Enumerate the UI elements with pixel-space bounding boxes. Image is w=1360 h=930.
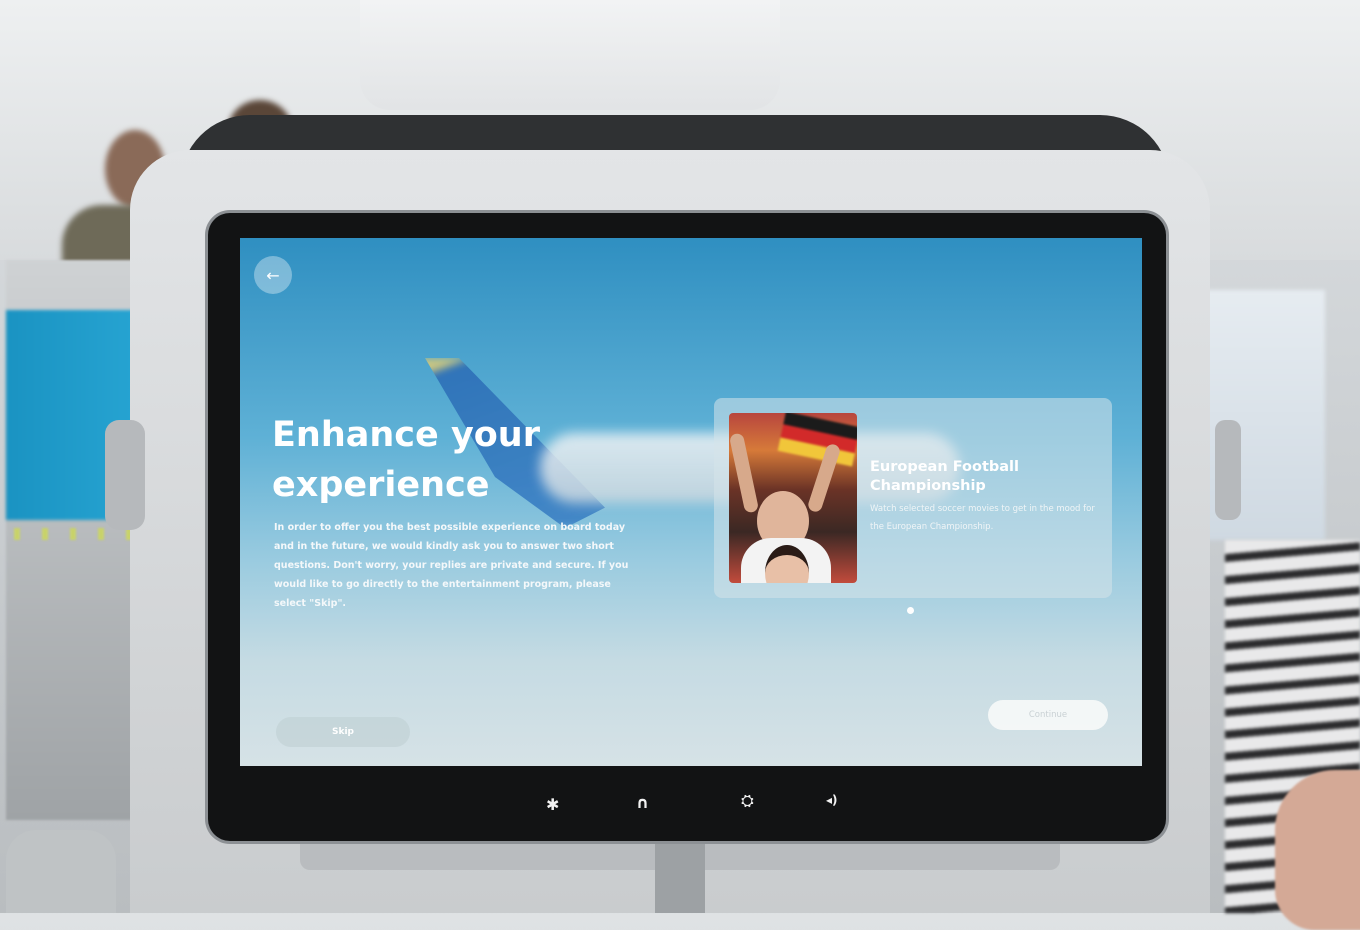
attendant-call-icon[interactable]: ⛭	[741, 791, 754, 811]
passenger-hand	[1275, 770, 1360, 930]
football-fans-image	[729, 413, 857, 583]
flag-shape	[777, 413, 857, 467]
page-title: Enhance your experience	[272, 415, 540, 505]
volume-icon[interactable]: ◂)	[826, 793, 838, 807]
ceiling-panel	[360, 0, 780, 110]
card-title: European Football Championship	[870, 459, 1019, 494]
skip-button[interactable]: Skip	[276, 717, 410, 747]
tray-latch[interactable]	[655, 830, 705, 913]
continue-button[interactable]: Continue	[988, 700, 1108, 730]
carousel-page-indicator[interactable]	[907, 607, 914, 614]
ife-display: ← Enhance your experience In order to of…	[240, 238, 1142, 766]
hardware-button-row: ✱ ∩ ⛭ ◂)	[208, 773, 1166, 833]
seatback-hinge-right	[1215, 420, 1241, 520]
neighbor-armrest	[6, 830, 116, 913]
card-description: Watch selected soccer movies to get in t…	[870, 504, 1095, 532]
arrow-left-icon: ←	[266, 265, 280, 285]
seatback-hinge-left	[105, 420, 145, 530]
back-button[interactable]: ←	[254, 256, 292, 294]
bluetooth-icon[interactable]: ✱	[546, 795, 559, 814]
raised-arm	[729, 432, 760, 514]
intro-text: In order to offer you the best possible …	[274, 522, 629, 609]
promo-card[interactable]: European Football Championship Watch sel…	[714, 398, 1112, 598]
headphones-icon[interactable]: ∩	[636, 793, 649, 812]
